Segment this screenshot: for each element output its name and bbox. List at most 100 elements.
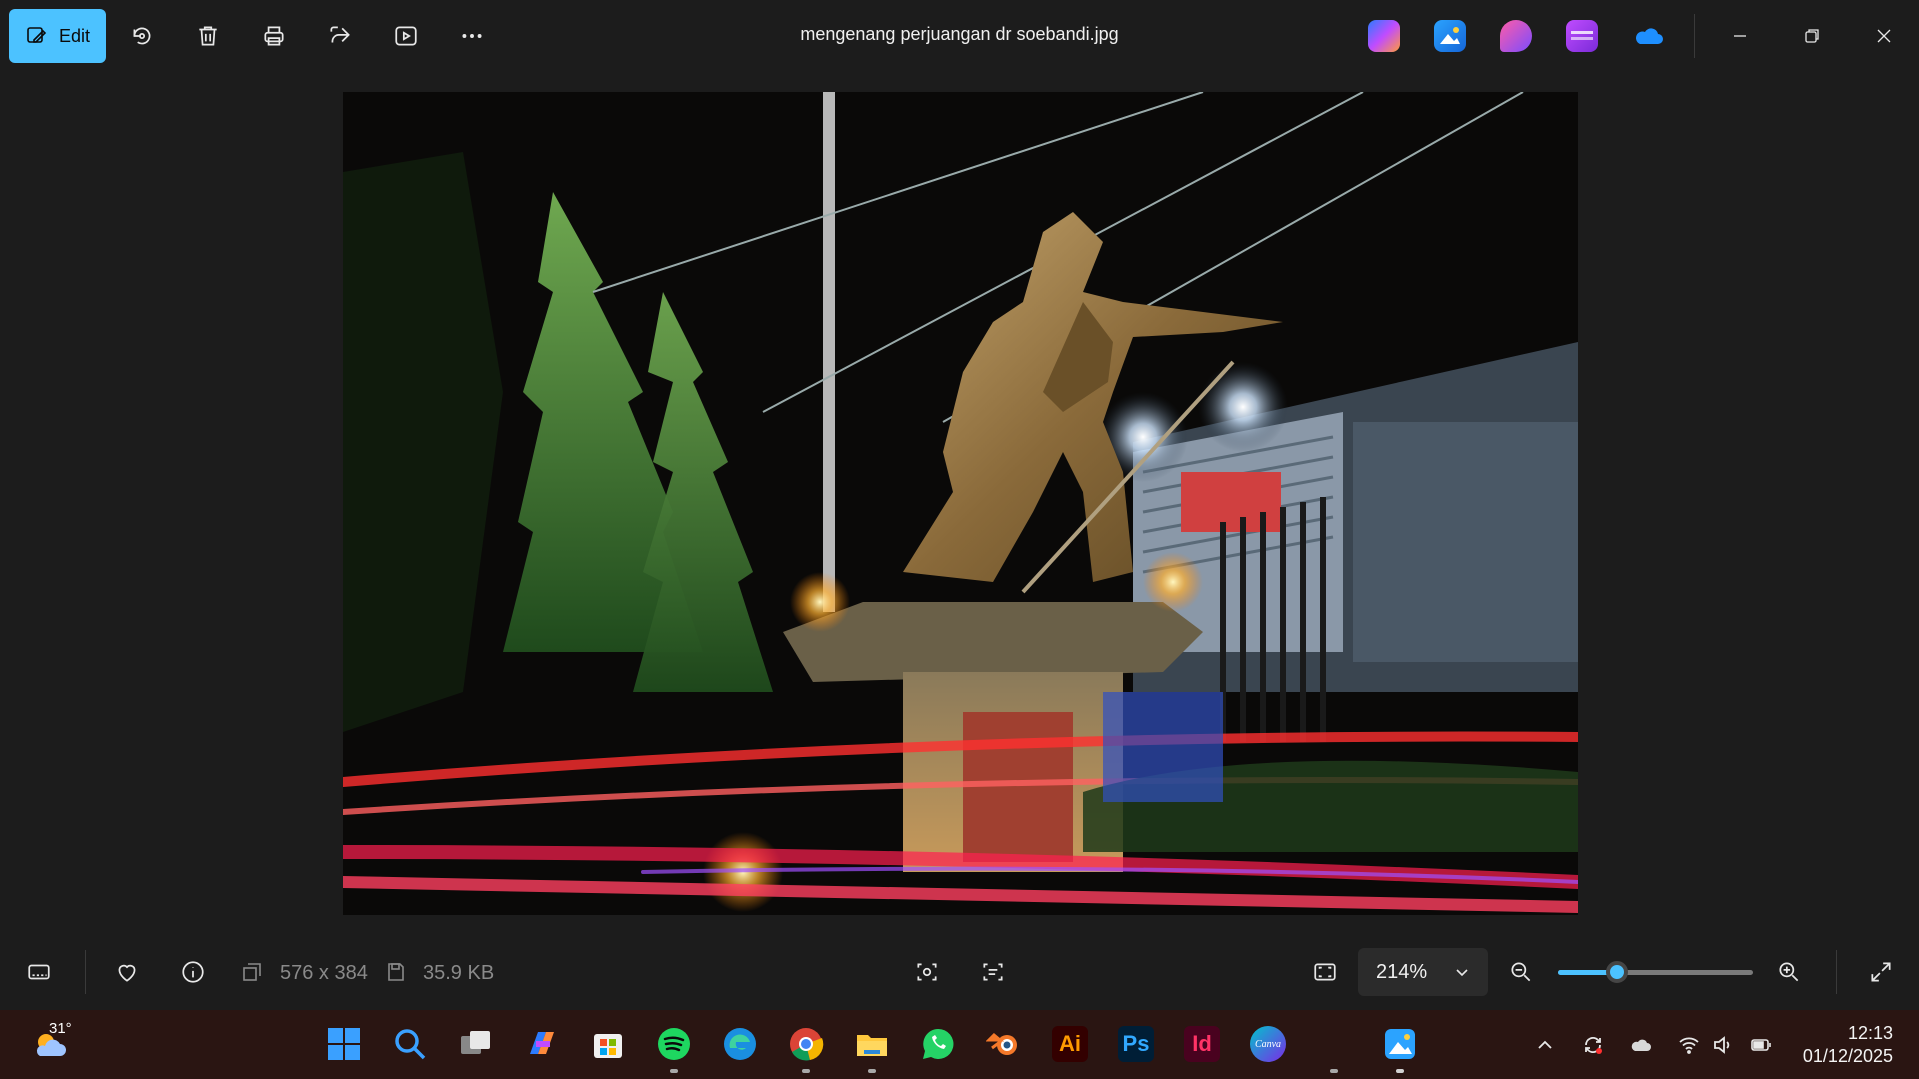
taskbar-canva[interactable]: Canva	[1246, 1022, 1290, 1066]
zoom-out-button[interactable]	[1504, 955, 1538, 989]
running-indicator	[670, 1069, 678, 1073]
chrome-icon	[790, 1028, 824, 1061]
share-button[interactable]	[322, 18, 358, 54]
delete-button[interactable]	[190, 18, 226, 54]
status-bar: 576 x 384 35.9 KB 214%	[0, 935, 1919, 1010]
edit-button[interactable]: Edit	[9, 9, 106, 63]
filmstrip-icon	[28, 964, 50, 980]
taskbar-indesign[interactable]: Id	[1180, 1022, 1224, 1066]
more-icon	[462, 34, 482, 38]
full-screen-button[interactable]	[1864, 955, 1898, 989]
chevron-up-icon	[1538, 1040, 1552, 1049]
running-indicator	[1396, 1069, 1404, 1073]
taskbar-edge[interactable]	[718, 1022, 762, 1066]
indesign-icon: Id	[1184, 1026, 1220, 1062]
volume-status[interactable]	[1708, 1030, 1738, 1060]
favorite-button[interactable]	[110, 955, 144, 989]
photoshop-icon: Ps	[1118, 1026, 1154, 1062]
more-options-button[interactable]	[454, 18, 490, 54]
show-hidden-icons-button[interactable]	[1530, 1030, 1560, 1060]
edit-image-icon	[27, 27, 47, 43]
onedrive-tray[interactable]	[1626, 1030, 1656, 1060]
rotate-button[interactable]	[124, 18, 160, 54]
clock-time: 12:13	[1847, 1023, 1893, 1043]
windows-logo-icon	[328, 1028, 360, 1060]
battery-icon	[1751, 1039, 1771, 1051]
heart-icon	[118, 964, 136, 982]
text-scan-icon	[983, 963, 1003, 981]
zoom-out-icon	[1511, 962, 1531, 982]
sync-status[interactable]	[1578, 1030, 1608, 1060]
folder-icon	[857, 1035, 887, 1056]
taskbar-whatsapp[interactable]	[916, 1022, 960, 1066]
wifi-status[interactable]	[1674, 1030, 1704, 1060]
displayed-photo[interactable]	[343, 92, 1578, 915]
start-button[interactable]	[322, 1022, 366, 1066]
status-separator	[85, 950, 86, 994]
print-button[interactable]	[256, 18, 292, 54]
taskbar-microsoft-store[interactable]	[586, 1022, 630, 1066]
zoom-level-dropdown[interactable]: 214%	[1358, 948, 1488, 996]
fit-to-window-button[interactable]	[1308, 955, 1342, 989]
file-info-button[interactable]	[176, 955, 210, 989]
clipchamp-icon[interactable]	[1566, 20, 1598, 52]
minimize-button[interactable]	[1718, 14, 1762, 58]
zoom-slider[interactable]	[1558, 961, 1753, 983]
slideshow-button[interactable]	[388, 18, 424, 54]
taskbar-photoshop[interactable]: Ps	[1114, 1022, 1158, 1066]
photos-icon	[1385, 1029, 1415, 1059]
canva-label: Canva	[1254, 1038, 1282, 1050]
search-icon	[395, 1029, 426, 1060]
spotify-icon	[658, 1028, 690, 1060]
text-scan-button[interactable]	[976, 955, 1010, 989]
title-bar: Edit mengenang perjuangan dr soebandi.jp…	[0, 0, 1919, 72]
taskbar-illustrator[interactable]: Ai	[1048, 1022, 1092, 1066]
edit-button-label: Edit	[58, 25, 91, 46]
designer-icon[interactable]	[1500, 20, 1532, 52]
weather-temperature: 31°	[49, 1020, 72, 1037]
running-indicator	[1330, 1069, 1338, 1073]
taskbar-search[interactable]	[388, 1022, 432, 1066]
store-icon	[594, 1034, 622, 1058]
close-button[interactable]	[1862, 14, 1906, 58]
taskbar-spotify[interactable]	[652, 1022, 696, 1073]
cloud-icon	[1631, 1039, 1651, 1051]
zoom-in-button[interactable]	[1772, 955, 1806, 989]
zoom-level-value: 214%	[1376, 960, 1428, 983]
taskbar-copilot[interactable]	[520, 1022, 564, 1066]
filmstrip-button[interactable]	[22, 955, 56, 989]
illustrator-label: Ai	[1059, 1031, 1081, 1056]
taskbar-photos[interactable]	[1378, 1022, 1422, 1073]
minimize-icon	[1734, 35, 1746, 37]
photos-icon[interactable]	[1434, 20, 1466, 52]
taskbar-blank-app[interactable]	[1312, 1022, 1356, 1073]
zoom-in-icon	[1779, 962, 1799, 982]
taskbar-chrome[interactable]	[784, 1022, 828, 1073]
task-view-button[interactable]	[454, 1022, 498, 1066]
onedrive-icon[interactable]	[1632, 20, 1664, 52]
expand-icon	[1871, 962, 1891, 982]
taskbar-file-explorer[interactable]	[850, 1022, 894, 1073]
system-clock[interactable]: 12:13 01/12/2025	[1803, 1022, 1893, 1068]
blender-icon	[986, 1032, 1017, 1055]
close-icon	[1877, 29, 1891, 43]
dimensions-icon	[240, 955, 264, 989]
restore-button[interactable]	[1790, 14, 1834, 58]
statue-night-photo	[343, 92, 1578, 915]
taskbar-blender[interactable]	[982, 1022, 1026, 1066]
visual-search-button[interactable]	[910, 955, 944, 989]
photos-app-window: Edit mengenang perjuangan dr soebandi.jp…	[0, 0, 1919, 1010]
copilot-icon[interactable]	[1368, 20, 1400, 52]
illustrator-icon: Ai	[1052, 1026, 1088, 1062]
fit-window-icon	[1314, 963, 1336, 981]
zoom-slider-thumb[interactable]	[1606, 961, 1628, 983]
windows-taskbar: 31° Ai Ps Id Canva 12:13 01/12/2025	[0, 1010, 1919, 1079]
file-size: 35.9 KB	[423, 962, 495, 984]
task-view-icon	[461, 1031, 490, 1054]
share-icon	[330, 26, 350, 43]
info-icon	[182, 961, 204, 983]
title-separator	[1694, 14, 1695, 58]
battery-status[interactable]	[1746, 1030, 1776, 1060]
print-icon	[264, 26, 284, 46]
running-indicator	[802, 1069, 810, 1073]
